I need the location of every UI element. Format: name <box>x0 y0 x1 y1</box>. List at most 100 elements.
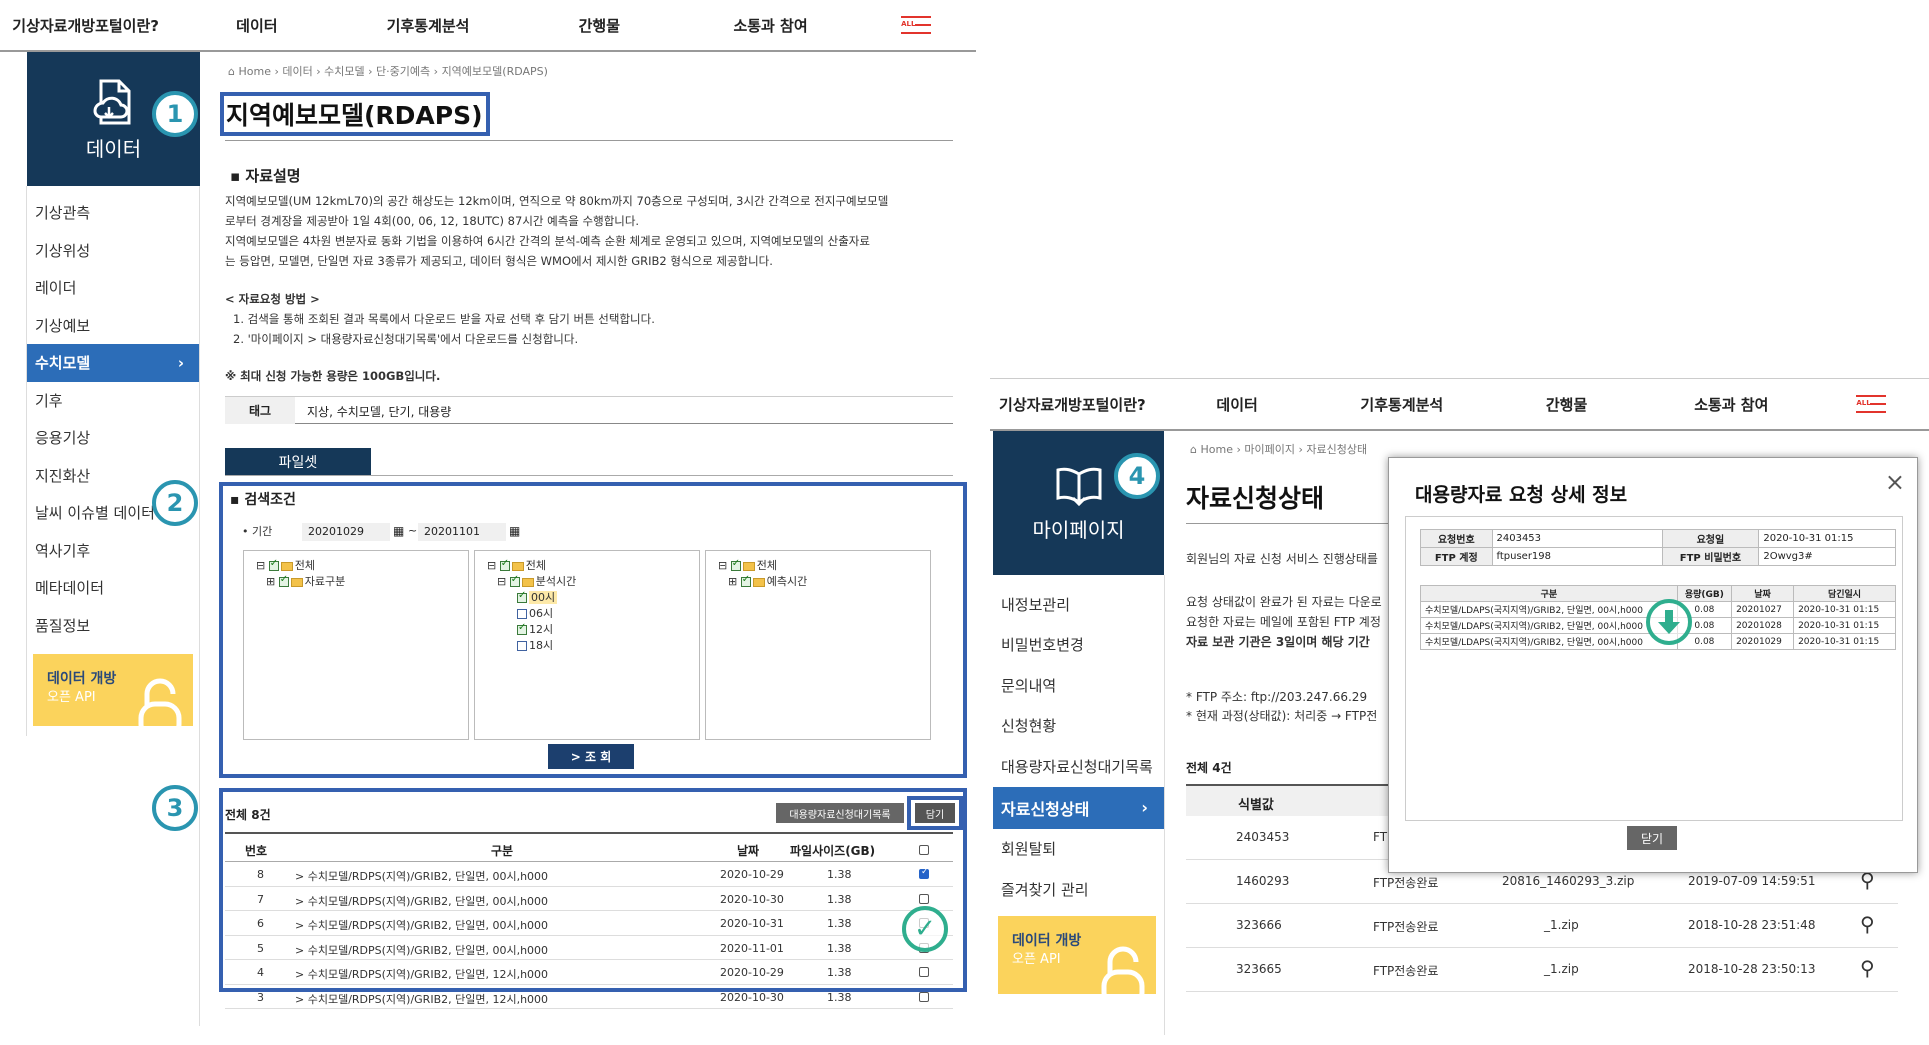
date-from-input[interactable]: 20201029 <box>302 523 390 541</box>
side-item[interactable]: 역사기후 <box>27 532 200 570</box>
calendar-icon[interactable]: ▦ <box>393 524 404 538</box>
table-row[interactable]: 6 > 수치모델/RDPS(지역)/GRIB2, 단일면, 00시,h000 2… <box>225 911 953 936</box>
add-button[interactable]: 담기 <box>915 803 955 823</box>
expand-icon[interactable]: ⊟ <box>487 559 496 572</box>
crumb[interactable]: 단·중기예측 <box>376 65 430 78</box>
cell-name[interactable]: 수치모델/LDAPS(국지지역)/GRIB2, 단일면, 00시,h000 <box>1420 617 1678 634</box>
tree-root[interactable]: ⊟ 전체 <box>256 557 456 573</box>
cell-name[interactable]: > 수치모델/RDPS(지역)/GRIB2, 단일면, 12시,h000 <box>295 966 548 982</box>
nav-item-publications[interactable]: 간행물 <box>514 15 685 36</box>
tree-checkbox[interactable] <box>740 574 751 587</box>
search-button[interactable]: > 조 회 <box>548 744 634 769</box>
hour-checkbox[interactable] <box>517 641 527 651</box>
side-item[interactable]: 응용기상 <box>27 419 200 457</box>
search-icon[interactable]: ⚲ <box>1860 956 1875 980</box>
nav-item-community[interactable]: 소통과 참여 <box>685 15 856 36</box>
nav-item-data[interactable]: 데이터 <box>1155 394 1320 415</box>
crumb[interactable]: 데이터 <box>282 65 312 78</box>
side-item[interactable]: 내정보관리 <box>993 584 1164 625</box>
tab-fileset[interactable]: 파일셋 <box>225 448 371 475</box>
tree-checkbox[interactable] <box>278 574 289 587</box>
nav-item-publications[interactable]: 간행물 <box>1484 394 1649 415</box>
crumb[interactable]: 자료신청상태 <box>1306 443 1367 456</box>
tree-checkbox[interactable] <box>509 574 520 587</box>
tree-hour[interactable]: 06시 <box>487 605 687 621</box>
row-checkbox[interactable] <box>919 967 929 977</box>
expand-icon[interactable]: ⊞ <box>266 575 275 588</box>
calendar-icon[interactable]: ▦ <box>509 524 520 538</box>
tree-child[interactable]: ⊟ 분석시간 <box>487 573 687 589</box>
side-item[interactable]: 대용량자료신청대기목록 <box>993 746 1164 787</box>
side-item[interactable]: 기후 <box>27 382 200 420</box>
table-row[interactable]: 5 > 수치모델/RDPS(지역)/GRIB2, 단일면, 00시,h000 2… <box>225 936 953 960</box>
tree-hour[interactable]: 12시 <box>487 621 687 637</box>
side-item[interactable]: 즐겨찾기 관리 <box>993 869 1164 910</box>
row-checkbox[interactable] <box>919 893 929 904</box>
all-menu-icon[interactable]: ALL <box>901 16 932 34</box>
table-row[interactable]: 8 > 수치모델/RDPS(지역)/GRIB2, 단일면, 00시,h000 2… <box>225 862 953 887</box>
side-item[interactable]: 품질정보 <box>27 607 200 645</box>
side-item-active[interactable]: 수치모델 › <box>27 344 200 382</box>
nav-item-community[interactable]: 소통과 참여 <box>1649 394 1814 415</box>
crumb[interactable]: 지역예보모델(RDAPS) <box>442 65 548 78</box>
tree-hour[interactable]: 18시 <box>487 637 687 653</box>
hour-checkbox[interactable] <box>517 590 527 603</box>
crumb[interactable]: 수치모델 <box>324 65 364 78</box>
nav-item-data[interactable]: 데이터 <box>171 15 342 36</box>
side-item[interactable]: 문의내역 <box>993 665 1164 706</box>
table-row[interactable]: 3 > 수치모델/RDPS(지역)/GRIB2, 단일면, 12시,h000 2… <box>225 985 953 1009</box>
close-icon[interactable]: × <box>1885 468 1905 496</box>
tree-root[interactable]: ⊟ 전체 <box>487 557 687 573</box>
row-checkbox[interactable] <box>919 867 929 879</box>
search-icon[interactable]: ⚲ <box>1860 912 1875 936</box>
crumb[interactable]: 마이페이지 <box>1244 443 1295 456</box>
nav-item-climate[interactable]: 기후통계분석 <box>1319 394 1484 415</box>
expand-icon[interactable]: ⊟ <box>256 559 265 572</box>
cell-name[interactable]: 수치모델/LDAPS(국지지역)/GRIB2, 단일면, 00시,h000 <box>1420 601 1678 618</box>
cell-name[interactable]: > 수치모델/RDPS(지역)/GRIB2, 단일면, 00시,h000 <box>295 893 548 909</box>
hour-checkbox[interactable] <box>517 609 527 619</box>
hour-checkbox[interactable] <box>517 622 527 635</box>
tree-root[interactable]: ⊟ 전체 <box>718 557 918 573</box>
nav-item-climate[interactable]: 기후통계분석 <box>342 15 513 36</box>
side-item[interactable]: 기상예보 <box>27 307 200 345</box>
row-checkbox[interactable] <box>919 991 929 1002</box>
tree-checkbox[interactable] <box>499 558 510 571</box>
side-item[interactable]: 신청현황 <box>993 706 1164 747</box>
table-row[interactable]: 323666 FTP전송완료 _1.zip 2018-10-28 23:51:4… <box>1186 904 1898 948</box>
all-menu-icon[interactable]: ALL <box>1856 395 1887 413</box>
tree-checkbox[interactable] <box>268 558 279 571</box>
cell-name[interactable]: 수치모델/LDAPS(국지지역)/GRIB2, 단일면, 00시,h000 <box>1420 633 1678 650</box>
nav-item-about[interactable]: 기상자료개방포털이란? <box>0 15 171 36</box>
crumb-home[interactable]: Home <box>238 65 270 78</box>
cell-name[interactable]: > 수치모델/RDPS(지역)/GRIB2, 단일면, 00시,h000 <box>295 942 548 958</box>
side-item[interactable]: 회원탈퇴 <box>993 829 1164 870</box>
table-row[interactable]: 4 > 수치모델/RDPS(지역)/GRIB2, 단일면, 12시,h000 2… <box>225 960 953 985</box>
open-api-banner[interactable]: 데이터 개방 오픈 API <box>33 654 193 726</box>
cell-name[interactable]: > 수치모델/RDPS(지역)/GRIB2, 단일면, 12시,h000 <box>295 991 548 1007</box>
expand-icon[interactable]: ⊟ <box>497 575 506 588</box>
nav-item-about[interactable]: 기상자료개방포털이란? <box>990 394 1155 415</box>
tree-hour[interactable]: 00시 <box>487 589 687 605</box>
side-item[interactable]: 기상위성 <box>27 232 200 270</box>
side-item-active[interactable]: 자료신청상태 › <box>993 786 1164 829</box>
expand-icon[interactable]: ⊟ <box>718 559 727 572</box>
cell-name[interactable]: > 수치모델/RDPS(지역)/GRIB2, 단일면, 00시,h000 <box>295 917 548 933</box>
expand-icon[interactable]: ⊞ <box>728 575 737 588</box>
crumb-home[interactable]: Home <box>1200 443 1232 456</box>
side-item[interactable]: 기상관측 <box>27 194 200 232</box>
date-to-input[interactable]: 20201101 <box>418 523 506 541</box>
side-item[interactable]: 메타데이터 <box>27 569 200 607</box>
modal-close-button[interactable]: 닫기 <box>1627 826 1677 850</box>
waitlist-button[interactable]: 대용량자료신청대기목록 <box>776 803 904 823</box>
cell-name[interactable]: > 수치모델/RDPS(지역)/GRIB2, 단일면, 00시,h000 <box>295 868 548 884</box>
side-item[interactable]: 비밀번호변경 <box>993 625 1164 666</box>
select-all-checkbox[interactable] <box>919 845 929 855</box>
table-row[interactable]: 7 > 수치모델/RDPS(지역)/GRIB2, 단일면, 00시,h000 2… <box>225 887 953 911</box>
tree-child[interactable]: ⊞ 예측시간 <box>718 573 918 589</box>
table-row[interactable]: 323665 FTP전송완료 _1.zip 2018-10-28 23:50:1… <box>1186 948 1898 992</box>
side-item[interactable]: 레이더 <box>27 269 200 307</box>
tree-checkbox[interactable] <box>730 558 741 571</box>
tree-child[interactable]: ⊞ 자료구분 <box>256 573 456 589</box>
open-api-banner[interactable]: 데이터 개방 오픈 API <box>998 916 1156 994</box>
